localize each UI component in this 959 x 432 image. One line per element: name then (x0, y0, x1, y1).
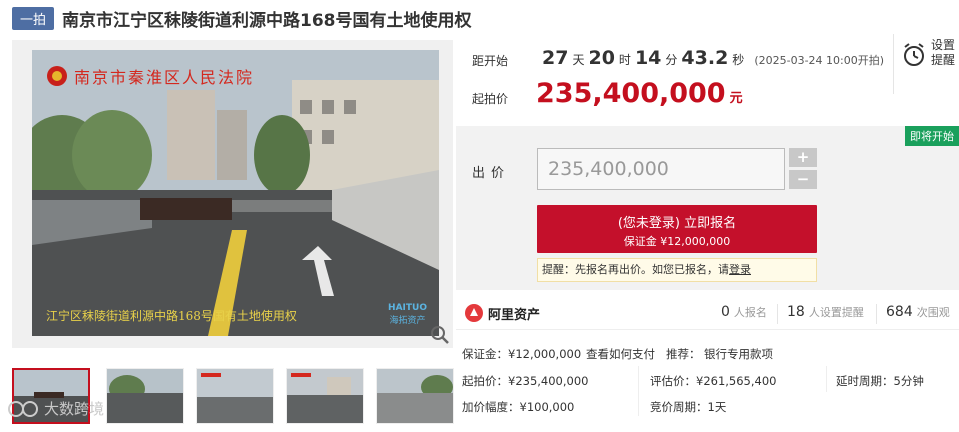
signup-count-value: 0 (721, 304, 730, 320)
login-link[interactable]: 登录 (729, 263, 751, 276)
bid-panel: 即将开始 出价 235,400,000 + − (您未登录) 立即报名 保证金 … (456, 126, 959, 290)
stats-row: 阿里资产 0 人报名 18 人设置提醒 684 次围观 (456, 296, 959, 330)
watermark-text: 大数跨境 (44, 400, 105, 418)
countdown-seconds: 43.2 (681, 47, 729, 69)
divider (826, 366, 827, 392)
alarm-clock-icon (904, 43, 924, 66)
thumbnail-5[interactable] (376, 368, 454, 424)
auction-start-time: (2025-03-24 10:00开拍) (754, 54, 885, 67)
auction-info: 距开始 27 天 20 时 14 分 43.2 秒 (2025-03-24 10… (456, 34, 959, 126)
zoom-icon[interactable] (429, 324, 451, 346)
thumbnail-3[interactable] (196, 368, 274, 424)
signup-deposit-label: 保证金 ¥12,000,000 (623, 235, 731, 248)
countdown-label: 距开始 (472, 54, 509, 68)
start-price-info: 起拍价：¥235,400,000 (462, 374, 589, 388)
signup-count-label: 人报名 (733, 306, 767, 319)
start-price-value: 235,400,000 (536, 78, 726, 109)
appraisal-info: 评估价：¥261,565,400 (650, 374, 777, 388)
watermark: 大数跨境 (6, 398, 104, 419)
divider (638, 366, 639, 416)
set-reminder-label: 设置提醒 (931, 38, 956, 67)
signup-button-label: (您未登录) 立即报名 (617, 216, 737, 231)
court-emblem-icon (47, 66, 67, 86)
delay-period-info: 延时周期：5分钟 (836, 374, 924, 388)
haituo-logo-subtext: 海拓资产 (389, 316, 426, 326)
countdown-minutes: 14 (634, 47, 662, 69)
countdown-seconds-unit: 秒 (732, 53, 745, 67)
countdown-hours-unit: 时 (618, 53, 631, 67)
bid-label: 出价 (472, 166, 511, 181)
countdown-hours: 20 (588, 47, 615, 69)
signup-notice: 提醒：先报名再出价。如您已报名，请登录 (537, 258, 817, 282)
bid-stepper: + − (789, 148, 817, 192)
view-count-value: 684 (886, 304, 913, 320)
bid-cycle-info: 竞价周期：1天 (650, 400, 727, 414)
photo-caption: 江宁区秣陵街道利源中路168号国有土地使用权 (46, 309, 297, 323)
reminder-count-value: 18 (787, 304, 805, 320)
signup-button[interactable]: (您未登录) 立即报名 保证金 ¥12,000,000 (537, 205, 817, 253)
start-price-unit: 元 (729, 91, 743, 106)
start-price-label: 起拍价 (472, 92, 509, 106)
reminder-count: 18 人设置提醒 (787, 304, 864, 320)
countdown: 27 天 20 时 14 分 43.2 秒 (2025-03-24 10:00开… (538, 47, 884, 69)
title-row: 一拍 南京市江宁区秣陵街道利源中路168号国有土地使用权 (12, 6, 472, 31)
court-banner-text: 南京市秦淮区人民法院 (74, 68, 255, 87)
thumbnail-2[interactable] (106, 368, 184, 424)
ali-asset-brand: 阿里资产 (488, 307, 541, 323)
haituo-logo-text: HAITUO (388, 303, 427, 313)
reminder-count-label: 人设置提醒 (808, 306, 864, 319)
how-to-pay-link[interactable]: 查看如何支付 (586, 346, 655, 362)
photo-scene: 南京市秦淮区人民法院 江宁区秣陵街道利源中路168号国有土地使用权 HAITUO… (32, 50, 439, 336)
set-reminder-button[interactable]: 设置提醒 (893, 34, 959, 94)
round-badge: 一拍 (12, 6, 55, 30)
increase-bid-button[interactable]: + (789, 148, 817, 167)
haituo-logo: HAITUO 海拓资产 (388, 303, 427, 326)
countdown-minutes-unit: 分 (665, 53, 678, 67)
thumbnail-4[interactable] (286, 368, 364, 424)
countdown-days-unit: 天 (572, 53, 585, 67)
page-title: 南京市江宁区秣陵街道利源中路168号国有土地使用权 (62, 10, 472, 31)
court-banner: 南京市秦淮区人民法院 (46, 64, 254, 88)
signup-count: 0 人报名 (721, 304, 767, 320)
deposit-info: 保证金：¥12,000,000 (462, 347, 582, 361)
decrease-bid-button[interactable]: − (789, 170, 817, 189)
watermark-logo-icon (8, 400, 38, 417)
status-badge: 即将开始 (905, 126, 959, 146)
start-price: 235,400,000 元 (536, 78, 743, 109)
countdown-days: 27 (542, 47, 569, 69)
notice-text: 提醒：先报名再出价。如您已报名，请 (542, 263, 729, 276)
view-count-label: 次围观 (916, 306, 950, 319)
main-photo[interactable]: 南京市秦淮区人民法院 江宁区秣陵街道利源中路168号国有土地使用权 HAITUO… (12, 40, 453, 348)
divider (876, 304, 877, 324)
increment-info: 加价幅度：¥100,000 (462, 400, 575, 414)
auction-details: 保证金：¥12,000,000 查看如何支付 推荐： 银行专用款项 起拍价：¥2… (456, 338, 959, 432)
bid-amount-input[interactable]: 235,400,000 (537, 148, 785, 190)
ali-asset-icon (465, 304, 483, 322)
divider (777, 304, 778, 324)
view-count: 684 次围观 (886, 304, 950, 320)
recommend-label: 推荐： (666, 347, 701, 361)
bank-payment-link[interactable]: 银行专用款项 (704, 346, 773, 362)
ali-asset-logo[interactable]: 阿里资产 (464, 303, 540, 323)
